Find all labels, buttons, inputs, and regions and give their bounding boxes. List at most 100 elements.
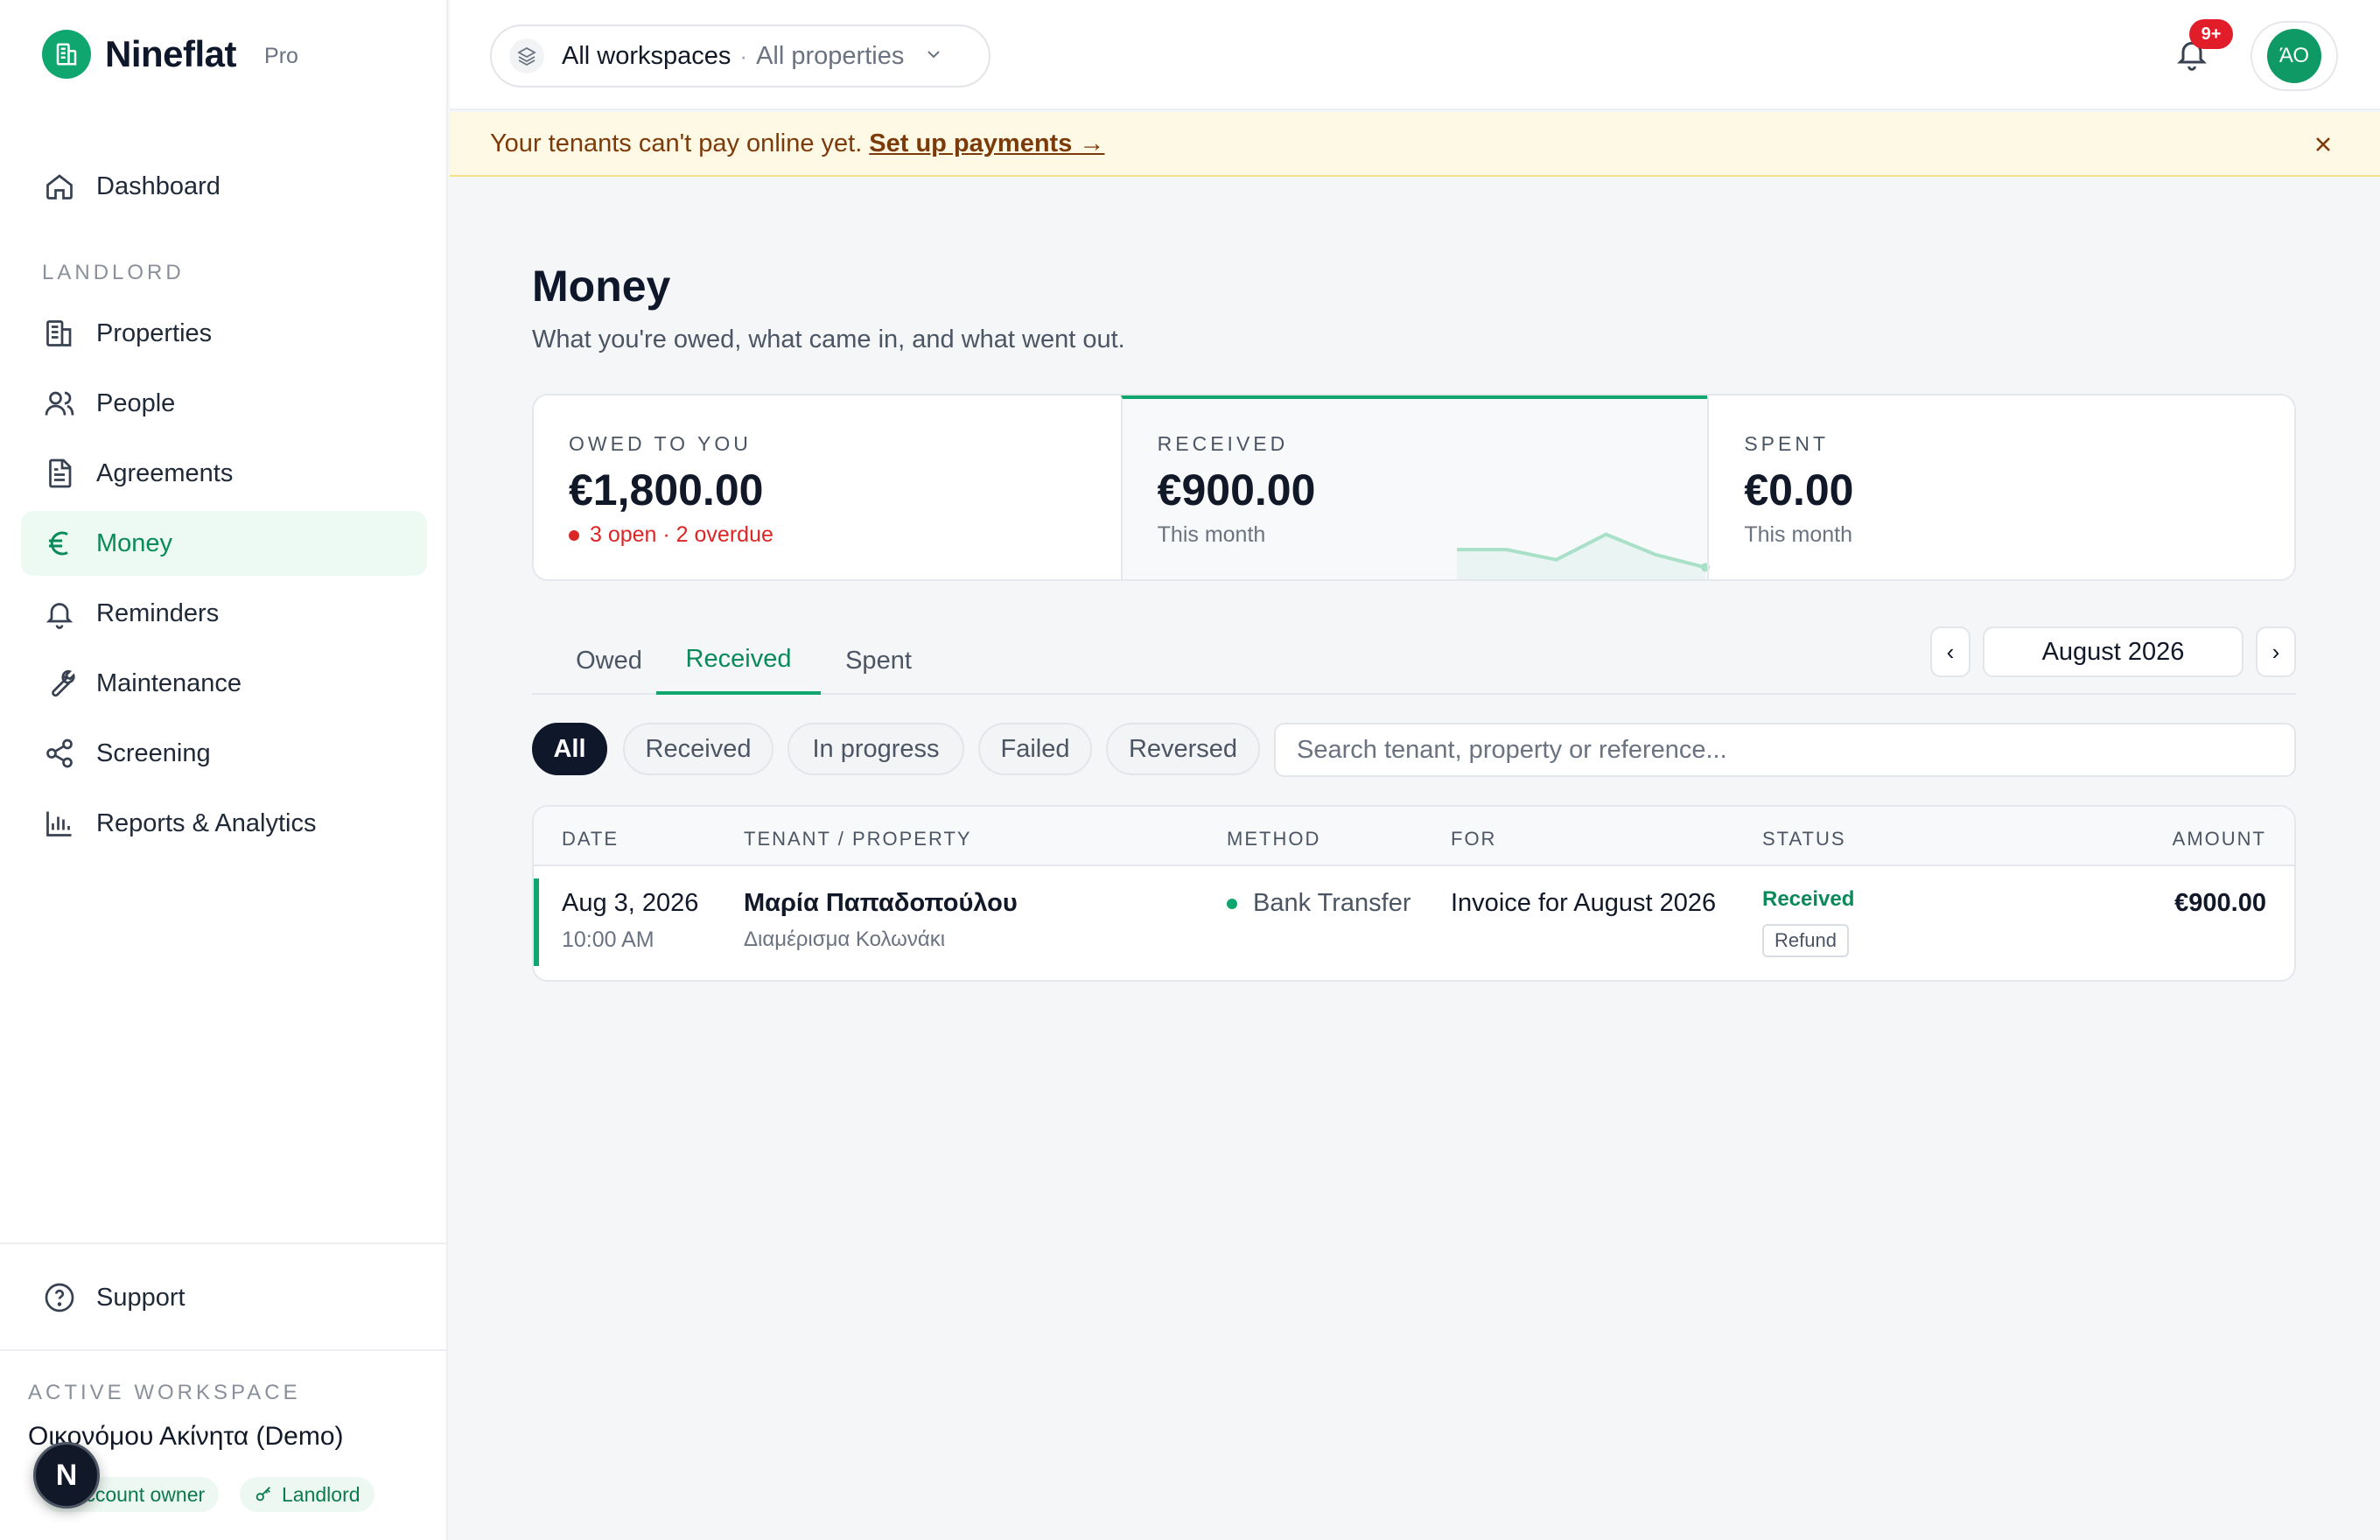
building-icon	[42, 316, 77, 351]
kpi-spent-card[interactable]: SPENT €0.00 This month	[1707, 396, 2294, 579]
sidebar-item-properties[interactable]: Properties	[21, 301, 427, 366]
kpi-value: €0.00	[1744, 466, 1854, 514]
row-method-label: Bank Transfer	[1253, 889, 1411, 917]
plan-tier: Pro	[264, 43, 298, 68]
filter-reversed[interactable]: Reversed	[1106, 723, 1260, 775]
sidebar-item-label: Agreements	[96, 458, 234, 487]
transactions-table: DATE TENANT / PROPERTY METHOD FOR STATUS…	[532, 805, 2296, 982]
active-workspace-label: ACTIVE WORKSPACE	[28, 1381, 301, 1404]
help-circle-icon	[42, 1280, 77, 1315]
sidebar-item-label: Properties	[96, 318, 213, 347]
banner-text: Your tenants can't pay online yet.	[490, 129, 863, 158]
column-header-tenant[interactable]: TENANT / PROPERTY	[744, 828, 972, 850]
row-amount: €900.00	[2174, 889, 2266, 917]
sidebar-item-reminders[interactable]: Reminders	[21, 581, 427, 646]
sidebar-item-people[interactable]: People	[21, 371, 427, 436]
column-header-date[interactable]: DATE	[562, 828, 619, 850]
kpi-sub-text: 3 open · 2 overdue	[590, 522, 774, 547]
column-header-method[interactable]: METHOD	[1227, 828, 1320, 850]
workspace-selector[interactable]: All workspaces · All properties	[490, 24, 990, 88]
user-menu-button[interactable]: ΆΟ	[2250, 21, 2338, 91]
row-tenant[interactable]: Μαρία Παπαδοπούλου	[744, 889, 1018, 918]
sidebar-divider	[0, 1242, 448, 1244]
column-header-for[interactable]: FOR	[1451, 828, 1496, 850]
filter-all[interactable]: All	[532, 723, 607, 775]
sidebar-item-label: People	[96, 388, 176, 417]
previous-month-button[interactable]: ‹	[1930, 626, 1970, 677]
filter-failed[interactable]: Failed	[978, 723, 1092, 775]
sidebar-divider	[0, 1349, 448, 1351]
sidebar-item-label: Screening	[96, 738, 211, 767]
sidebar-item-label: Dashboard	[96, 172, 220, 200]
workspace-selected: All workspaces	[562, 41, 732, 70]
euro-icon	[42, 526, 77, 561]
sidebar-item-agreements[interactable]: Agreements	[21, 441, 427, 506]
table-header: DATE TENANT / PROPERTY METHOD FOR STATUS…	[534, 807, 2294, 866]
kpi-sub-text: This month	[1744, 522, 1852, 547]
property-selected: All properties	[756, 41, 905, 70]
table-row[interactable]: Aug 3, 2026 10:00 AM Μαρία Παπαδοπούλου …	[534, 868, 2294, 980]
top-bar: All workspaces · All properties 9+ ΆΟ	[450, 0, 2380, 110]
status-badge: Received	[1762, 887, 1855, 911]
sidebar-item-maintenance[interactable]: Maintenance	[21, 651, 427, 716]
alert-dot-icon	[569, 529, 579, 541]
wrench-icon	[42, 666, 77, 701]
sidebar-item-screening[interactable]: Screening	[21, 721, 427, 786]
kpi-overdue-note: 3 open · 2 overdue	[569, 522, 1121, 548]
search-input[interactable]	[1274, 723, 2296, 777]
setup-payments-link[interactable]: Set up payments →	[869, 130, 1104, 158]
sidebar-item-support[interactable]: Support	[21, 1265, 427, 1330]
sidebar-item-label: Money	[96, 528, 173, 557]
row-for: Invoice for August 2026	[1451, 889, 1717, 917]
avatar: ΆΟ	[2267, 29, 2321, 83]
kpi-value: €1,800.00	[569, 466, 764, 514]
close-icon[interactable]	[2306, 128, 2340, 161]
layers-icon	[509, 38, 544, 74]
chevron-down-icon	[923, 44, 944, 69]
landlord-badge: Landlord	[240, 1477, 374, 1512]
payments-banner: Your tenants can't pay online yet. Set u…	[450, 112, 2380, 177]
sidebar-item-label: Maintenance	[96, 668, 242, 697]
column-header-status[interactable]: STATUS	[1762, 828, 1846, 850]
chevron-right-icon: ›	[2272, 638, 2280, 665]
kpi-owed-card[interactable]: OWED TO YOU €1,800.00 3 open · 2 overdue	[534, 396, 1121, 579]
filter-received[interactable]: Received	[623, 723, 774, 775]
sidebar-item-reports[interactable]: Reports & Analytics	[21, 791, 427, 856]
received-sparkline	[1456, 532, 1710, 579]
section-label-landlord: LANDLORD	[42, 261, 185, 284]
row-property: Διαμέρισμα Κολωνάκι	[744, 928, 946, 951]
chevron-left-icon: ‹	[1946, 638, 1955, 665]
brand-name: Nineflat	[105, 33, 237, 74]
tab-spent[interactable]: Spent	[835, 626, 922, 695]
bar-chart-icon	[42, 806, 77, 841]
key-icon	[254, 1485, 273, 1504]
dev-tools-button[interactable]: N	[33, 1442, 100, 1508]
sidebar-item-money[interactable]: Money	[21, 511, 427, 576]
sidebar: Nineflat Pro Dashboard LANDLORD Properti…	[0, 0, 448, 1540]
notification-count-badge: 9+	[2189, 19, 2233, 49]
row-time: 10:00 AM	[562, 928, 654, 952]
column-header-amount[interactable]: AMOUNT	[2173, 828, 2266, 850]
dev-tools-letter: N	[55, 1458, 78, 1492]
brand[interactable]: Nineflat Pro	[42, 30, 298, 79]
next-month-button[interactable]: ›	[2256, 626, 2296, 677]
home-icon	[42, 169, 77, 204]
share-icon	[42, 736, 77, 771]
tab-received[interactable]: Received	[656, 626, 821, 695]
filter-in-progress[interactable]: In progress	[788, 723, 964, 775]
badge-label: Landlord	[282, 1482, 360, 1506]
tab-owed[interactable]: Owed	[560, 626, 658, 695]
page-title: Money	[532, 262, 671, 311]
kpi-received-card[interactable]: RECEIVED €900.00 This month	[1120, 396, 1710, 579]
building-logo-icon	[42, 30, 91, 79]
month-selector[interactable]: August 2026	[1983, 626, 2244, 677]
sidebar-item-dashboard[interactable]: Dashboard	[21, 154, 427, 219]
kpi-label: RECEIVED	[1157, 432, 1289, 455]
document-icon	[42, 456, 77, 491]
sidebar-item-label: Reports & Analytics	[96, 808, 317, 837]
kpi-summary: OWED TO YOU €1,800.00 3 open · 2 overdue…	[532, 394, 2296, 581]
page-subtitle: What you're owed, what came in, and what…	[532, 326, 1125, 354]
refund-button[interactable]: Refund	[1762, 924, 1849, 957]
kpi-label: OWED TO YOU	[569, 432, 752, 455]
selector-separator: ·	[739, 42, 748, 69]
